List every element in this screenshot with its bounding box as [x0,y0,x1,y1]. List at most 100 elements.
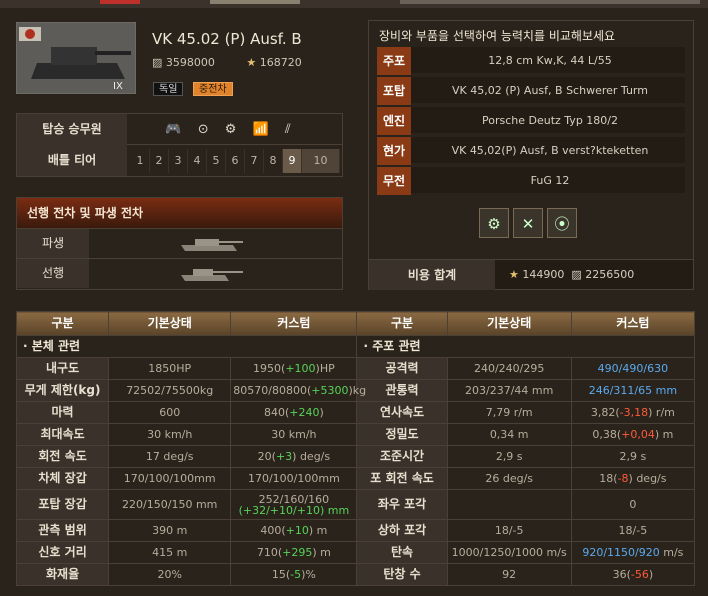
equip-row-turret[interactable]: 포탑 VK 45,02 (P) Ausf, B Schwerer Turm [377,77,685,105]
base-value: 240/240/295 [446,357,572,380]
equip-row-suspension[interactable]: 현가 VK 45,02(P) Ausf, B verst?kteketten [377,137,685,165]
table-row: 관측 범위 390 m 400(+10) m 상하 포각 18/-5 18/-5 [15,519,696,542]
equip-label: 엔진 [377,107,411,135]
equipment-icons: ⚙ ✕ ⦿ [479,208,577,238]
row-label: 신호 거리 [15,541,110,564]
equip-row-radio[interactable]: 무전 FuG 12 [377,167,685,195]
section-gun: · 주포 관련 [356,335,695,358]
custom-value: 2,9 s [570,445,696,468]
base-value: 1850HP [108,357,232,380]
base-value: 203/237/44 mm [446,379,572,402]
equipment-panel: 장비와 부품을 선택하여 능력치를 비교해보세요 주포 12,8 cm Kw,K,… [368,20,694,290]
base-value: 30 km/h [108,423,232,446]
base-value: 1000/1250/1000 m/s [446,541,572,564]
tier-item: 10 [302,149,340,173]
table-row: 신호 거리 415 m 710(+295) m 탄속 1000/1250/1000 m/… [15,541,696,564]
row-label: 내구도 [15,357,110,380]
tier-item: 5 [207,149,226,173]
crew-label: 탑승 승무원 [17,114,127,145]
row-label: 상하 포각 [356,519,448,542]
nation-badge: 독일 [153,82,184,96]
custom-value: 246/311/65 mm [570,379,696,402]
row-label: 화재율 [15,563,110,586]
table-row: 무게 제한(kg) 72502/75500kg 80570/80800(+5300)… [15,379,696,402]
tier-item: 1 [131,149,150,173]
base-value: 0,34 m [446,423,572,446]
tier-row: 배틀 티어 1 2 3 4 5 6 7 8 9 10 [17,145,342,176]
tank-name: VK 45.02 (P) Ausf. B [152,30,302,48]
equip-row-gun[interactable]: 주포 12,8 cm Kw,K, 44 L/55 [377,47,685,75]
derived-row[interactable]: 파생 [17,228,342,258]
rammer-icon[interactable]: ⚙ [479,208,509,238]
equip-value[interactable]: Porsche Deutz Typ 180/2 [415,107,685,135]
derived-label: 파생 [17,229,89,258]
equip-value[interactable]: 12,8 cm Kw,K, 44 L/55 [415,47,685,75]
tier-item: 3 [169,149,188,173]
row-label: 포 회전 속도 [356,467,448,490]
crew-row: 탑승 승무원 🎮 ⊙ ⚙ 📶 ⫽ [17,114,342,145]
tank-card: IX VK 45.02 (P) Ausf. B ▨ 3598000 ★ 1687… [8,12,362,100]
col-header: 구분 [356,311,448,336]
custom-value: 710(+295) m [230,541,358,564]
tier-item-active: 9 [283,149,302,173]
ammo-icon[interactable]: ⦿ [547,208,577,238]
tools-icon[interactable]: ✕ [513,208,543,238]
derived-tank-icon[interactable] [177,235,247,253]
section-body: · 본체 관련 [15,335,358,358]
cost-label: 비용 합계 [369,260,495,290]
equip-row-engine[interactable]: 엔진 Porsche Deutz Typ 180/2 [377,107,685,135]
col-header: 커스텀 [230,311,358,336]
crew-tier-panel: 탑승 승무원 🎮 ⊙ ⚙ 📶 ⫽ 배틀 티어 1 2 3 4 5 6 7 8 9… [16,113,343,177]
equip-value[interactable]: VK 45,02(P) Ausf, B verst?kteketten [415,137,685,165]
base-value: 17 deg/s [108,445,232,468]
custom-value: 80570/80800(+5300)kg [230,379,366,402]
cost-values: ★ 144900 ▨ 2256500 [509,268,635,281]
section-row: · 본체 관련 · 주포 관련 [15,335,695,358]
custom-value: 400(+10) m [230,519,358,542]
row-label: 좌우 포각 [356,489,448,520]
equip-value[interactable]: FuG 12 [415,167,685,195]
tier-label: 배틀 티어 [17,145,127,176]
row-label: 무게 제한(kg) [15,379,110,402]
tier-item: 7 [245,149,264,173]
previous-row[interactable]: 선행 [17,258,342,288]
custom-value: 252/160/160 (+32/+10/+10) mm [230,489,358,520]
custom-value: 920/1150/920 m/s [570,541,696,564]
gold-price: ★ 168720 [246,56,302,69]
previous-tank-icon[interactable] [177,265,247,283]
related-title: 선행 전차 및 파생 전차 [17,198,342,228]
custom-value: 3,82(-3,18) r/m [570,401,696,424]
base-value: 92 [446,563,572,586]
table-row: 화재율 20% 15(-5)% 탄창 수 92 36(-56) [15,563,696,586]
crew-icons: 🎮 ⊙ ⚙ 📶 ⫽ [165,122,297,137]
base-value: 170/100/100mm [108,467,232,490]
table-row: 회전 속도 17 deg/s 20(+3) deg/s 조준시간 2,9 s 2,9 s [15,445,696,468]
svg-text:IX: IX [113,81,123,92]
base-value: 20% [108,563,232,586]
table-row: 내구도 1850HP 1950(+100)HP 공격력 240/240/295 490/4… [15,357,696,380]
base-value: 72502/75500kg [108,379,232,402]
tier-item: 8 [264,149,283,173]
row-label: 조준시간 [356,445,448,468]
stats-table: 구분 기본상태 커스텀 구분 기본상태 커스텀 · 본체 관련 · 주포 관련 … [15,311,696,586]
row-label: 정밀도 [356,423,448,446]
col-header: 커스텀 [570,311,696,336]
equip-value[interactable]: VK 45,02 (P) Ausf, B Schwerer Turm [415,77,685,105]
row-label: 관통력 [356,379,448,402]
base-value: 390 m [108,519,232,542]
table-row: 포탑 장갑 220/150/150 mm 252/160/160 (+32/+10… [15,489,696,520]
custom-value: 1950(+100)HP [230,357,358,380]
row-label: 탄창 수 [356,563,448,586]
tier-item: 4 [188,149,207,173]
custom-value: 840(+240) [230,401,358,424]
base-value: 600 [108,401,232,424]
table-row: 마력 600 840(+240) 연사속도 7,79 r/m 3,82(-3,18) r/… [15,401,696,424]
tank-image: IX [16,22,136,94]
row-label: 마력 [15,401,110,424]
row-label: 회전 속도 [15,445,110,468]
row-label: 최대속도 [15,423,110,446]
base-value: 26 deg/s [446,467,572,490]
cost-row: 비용 합계 ★ 144900 ▨ 2256500 [369,259,693,290]
row-label: 공격력 [356,357,448,380]
base-value [446,489,572,520]
